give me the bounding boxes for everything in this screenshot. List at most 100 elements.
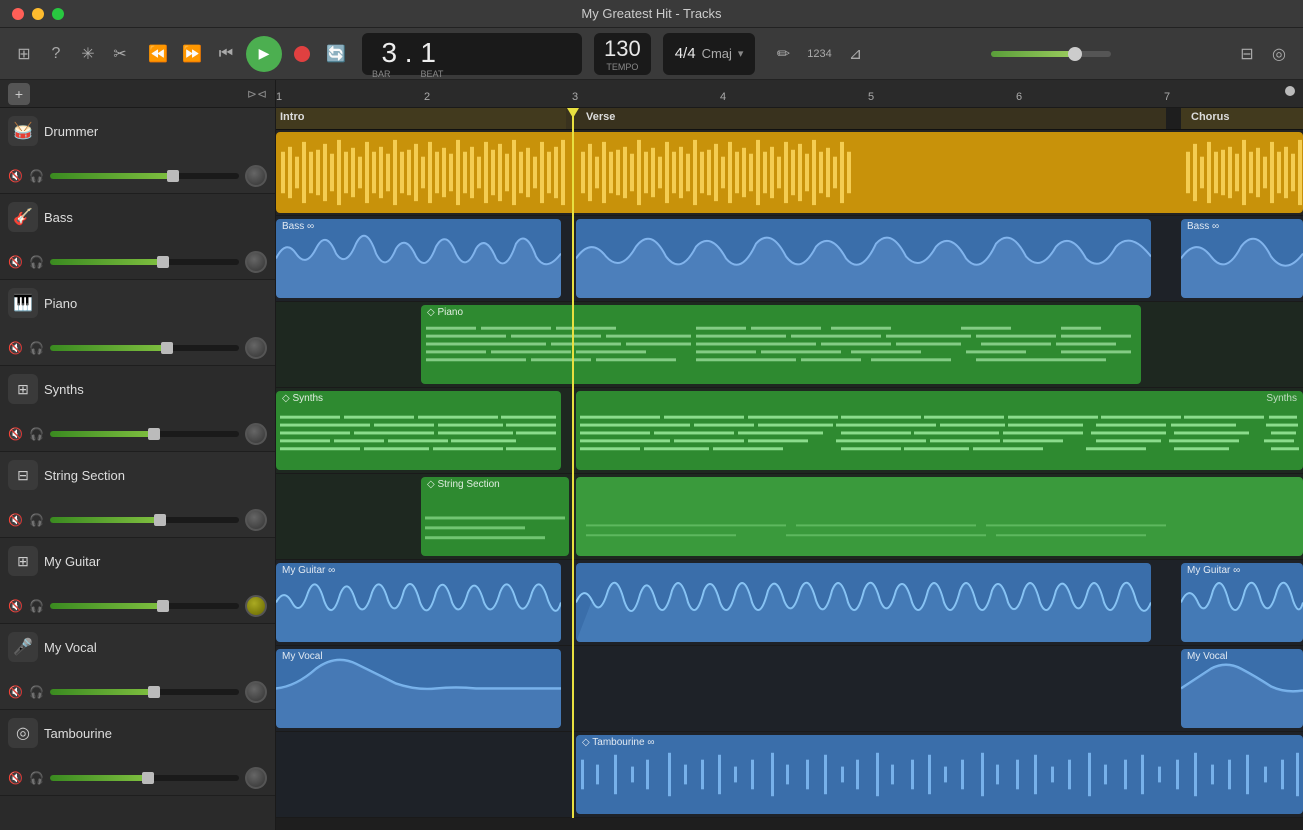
- fader-guitar[interactable]: [50, 603, 239, 609]
- play-button[interactable]: ▶: [246, 36, 282, 72]
- clip-drummer-main[interactable]: [276, 132, 1303, 213]
- scissors-icon[interactable]: ✂: [108, 42, 132, 66]
- tempo-display[interactable]: 130 TEMPO: [594, 33, 651, 75]
- maximize-button[interactable]: [52, 8, 64, 20]
- fader-tambourine[interactable]: [50, 775, 239, 781]
- mute-icon-drummer[interactable]: 🔇: [8, 169, 23, 183]
- track-lane-my-vocal[interactable]: My Vocal My Vocal: [276, 646, 1303, 732]
- tuner-icon[interactable]: ⊿: [843, 42, 867, 66]
- headphone-icon-synths[interactable]: 🎧: [29, 427, 44, 441]
- clip-string-1[interactable]: ◇ String Section: [421, 477, 569, 556]
- clip-tambourine-1[interactable]: ◇ Tambourine ∞: [576, 735, 1303, 814]
- volume-thumb[interactable]: [1068, 47, 1082, 61]
- volume-track[interactable]: [991, 51, 1111, 57]
- fader-thumb-bass[interactable]: [157, 256, 169, 268]
- drummer-controls: 🔇 🎧: [8, 165, 267, 187]
- my-vocal-track-name: My Vocal: [44, 640, 97, 655]
- clip-vocal-2[interactable]: My Vocal: [1181, 649, 1303, 728]
- mixer-icon[interactable]: ⊟: [1235, 42, 1259, 66]
- piano-controls: 🔇 🎧: [8, 337, 267, 359]
- mute-icon-piano[interactable]: 🔇: [8, 341, 23, 355]
- pan-knob-tambourine[interactable]: [245, 767, 267, 789]
- level-meter-icon[interactable]: 1234: [807, 42, 831, 66]
- rewind-button[interactable]: ⏪: [144, 40, 172, 68]
- sidebar-options-icon[interactable]: ⊳⊲: [247, 87, 267, 101]
- fader-fill-guitar: [50, 603, 163, 609]
- time-sig-display[interactable]: 4/4 Cmaj ▾: [663, 33, 756, 75]
- clip-guitar-1[interactable]: My Guitar ∞: [276, 563, 561, 642]
- add-track-button[interactable]: +: [8, 83, 30, 105]
- intro-section-bg: [276, 108, 566, 129]
- clip-bass-2[interactable]: [576, 219, 1151, 298]
- tracks-container[interactable]: Intro Verse Chorus: [276, 108, 1303, 830]
- clip-synths-2[interactable]: Synths: [576, 391, 1303, 470]
- headphone-icon-tambourine[interactable]: 🎧: [29, 771, 44, 785]
- mute-icon-string[interactable]: 🔇: [8, 513, 23, 527]
- track-lane-string-section[interactable]: ◇ String Section: [276, 474, 1303, 560]
- track-lane-piano[interactable]: ◇ Piano: [276, 302, 1303, 388]
- pan-knob-vocal[interactable]: [245, 681, 267, 703]
- ruler-marks: 1 2 3 4 5 6 7: [276, 80, 1303, 107]
- fader-piano[interactable]: [50, 345, 239, 351]
- fader-thumb-guitar[interactable]: [157, 600, 169, 612]
- close-button[interactable]: [12, 8, 24, 20]
- pencil-icon[interactable]: ✏: [771, 42, 795, 66]
- fader-thumb-drummer[interactable]: [167, 170, 179, 182]
- library-icon[interactable]: ⊞: [12, 42, 36, 66]
- headphone-icon-drummer[interactable]: 🎧: [29, 169, 44, 183]
- track-lane-synths[interactable]: ◇ Synths: [276, 388, 1303, 474]
- clip-guitar-3[interactable]: My Guitar ∞: [1181, 563, 1303, 642]
- pan-knob-drummer[interactable]: [245, 165, 267, 187]
- record-button[interactable]: [288, 40, 316, 68]
- track-row-bass: 🎸 Bass 🔇 🎧: [0, 194, 275, 280]
- fader-thumb-string[interactable]: [154, 514, 166, 526]
- clip-guitar-2[interactable]: [576, 563, 1151, 642]
- headphone-icon-guitar[interactable]: 🎧: [29, 599, 44, 613]
- headphone-icon-piano[interactable]: 🎧: [29, 341, 44, 355]
- clip-synths-1[interactable]: ◇ Synths: [276, 391, 561, 470]
- clip-bass-1[interactable]: Bass ∞: [276, 219, 561, 298]
- sidebar-header: + ⊳⊲: [0, 80, 275, 108]
- mute-icon-synths[interactable]: 🔇: [8, 427, 23, 441]
- synths-icon: ⊞: [8, 374, 38, 404]
- fader-synths[interactable]: [50, 431, 239, 437]
- fader-bass[interactable]: [50, 259, 239, 265]
- smart-controls-icon[interactable]: ✳: [76, 42, 100, 66]
- pan-knob-bass[interactable]: [245, 251, 267, 273]
- clip-string-2[interactable]: [576, 477, 1303, 556]
- clip-piano-main[interactable]: ◇ Piano: [421, 305, 1141, 384]
- fast-forward-button[interactable]: ⏩: [178, 40, 206, 68]
- fader-vocal[interactable]: [50, 689, 239, 695]
- mute-icon-vocal[interactable]: 🔇: [8, 685, 23, 699]
- pan-knob-string[interactable]: [245, 509, 267, 531]
- mute-icon-bass[interactable]: 🔇: [8, 255, 23, 269]
- to-start-button[interactable]: ⏮: [212, 40, 240, 68]
- minimize-button[interactable]: [32, 8, 44, 20]
- fader-thumb-tambourine[interactable]: [142, 772, 154, 784]
- headphone-icon-vocal[interactable]: 🎧: [29, 685, 44, 699]
- clip-bass-3[interactable]: Bass ∞: [1181, 219, 1303, 298]
- headphone-icon-string[interactable]: 🎧: [29, 513, 44, 527]
- pan-knob-synths[interactable]: [245, 423, 267, 445]
- fader-thumb-synths[interactable]: [148, 428, 160, 440]
- clip-vocal-1[interactable]: My Vocal: [276, 649, 561, 728]
- toolbar-right: ⊟ ◎: [1235, 42, 1291, 66]
- pan-knob-piano[interactable]: [245, 337, 267, 359]
- headphone-icon-bass[interactable]: 🎧: [29, 255, 44, 269]
- help-icon[interactable]: ?: [44, 42, 68, 66]
- smart-controls-right-icon[interactable]: ◎: [1267, 42, 1291, 66]
- track-lane-tambourine[interactable]: ◇ Tambourine ∞: [276, 732, 1303, 818]
- fader-thumb-piano[interactable]: [161, 342, 173, 354]
- fader-thumb-vocal[interactable]: [148, 686, 160, 698]
- mute-icon-guitar[interactable]: 🔇: [8, 599, 23, 613]
- pan-knob-guitar[interactable]: [245, 595, 267, 617]
- track-lane-bass[interactable]: Bass ∞: [276, 216, 1303, 302]
- mute-icon-tambourine[interactable]: 🔇: [8, 771, 23, 785]
- sidebar: + ⊳⊲ 🥁 Drummer 🔇 🎧 🎸: [0, 80, 276, 830]
- fader-drummer[interactable]: [50, 173, 239, 179]
- track-lane-my-guitar[interactable]: My Guitar ∞: [276, 560, 1303, 646]
- transport-controls: ⏪ ⏩ ⏮ ▶ 🔄: [144, 36, 350, 72]
- cycle-button[interactable]: 🔄: [322, 40, 350, 68]
- track-lane-drummer[interactable]: [276, 130, 1303, 216]
- fader-string[interactable]: [50, 517, 239, 523]
